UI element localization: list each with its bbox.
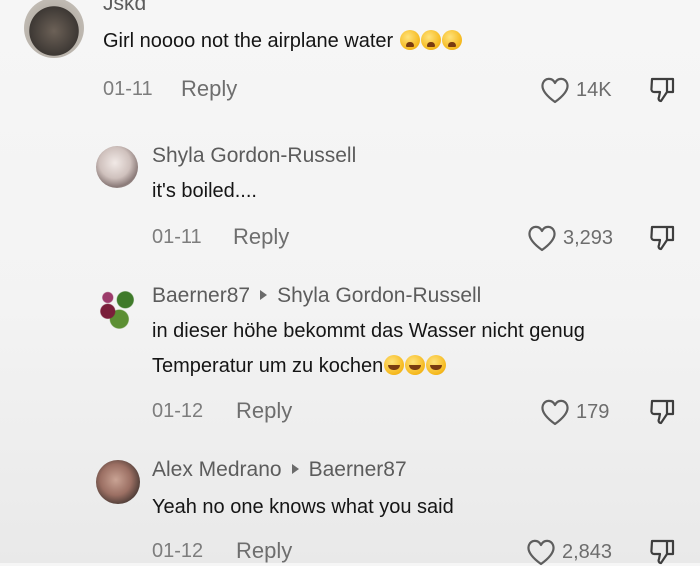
- comment-date: 01-11: [152, 226, 202, 248]
- comment-date: 01-12: [152, 400, 204, 422]
- reply-button[interactable]: Reply: [233, 224, 289, 250]
- laughing-face-emoji: [405, 355, 426, 375]
- comment-text: it's boiled....: [152, 176, 257, 207]
- weary-face-emoji: [399, 30, 420, 50]
- comment-date: 01-12: [152, 540, 204, 562]
- weary-face-emoji: [420, 30, 441, 50]
- heart-outline-icon: [528, 225, 556, 252]
- comment-text: Temperatur um zu kochen: [152, 351, 447, 382]
- comment-text-content: in dieser höhe bekommt das Wasser nicht …: [152, 320, 585, 342]
- heart-outline-icon: [527, 539, 555, 566]
- weary-face-emoji: [441, 30, 462, 50]
- like-count: 3,293: [563, 226, 614, 249]
- comment-thread: Jskd Girl noooo not the airplane water 0…: [0, 0, 700, 566]
- thumbs-down-outline-icon[interactable]: [648, 224, 676, 252]
- comment-text: in dieser höhe bekommt das Wasser nicht …: [152, 316, 585, 347]
- comment-date: 01-11: [103, 78, 153, 100]
- avatar[interactable]: [96, 146, 138, 188]
- comment-text-content: it's boiled....: [152, 180, 257, 202]
- avatar[interactable]: [24, 0, 84, 58]
- like-count: 2,843: [562, 540, 613, 563]
- thumbs-down-outline-icon[interactable]: [648, 538, 676, 566]
- laughing-face-emoji: [426, 355, 447, 375]
- laughing-face-emoji: [384, 355, 405, 375]
- comment-author[interactable]: Alex Medrano: [152, 458, 282, 481]
- reply-button[interactable]: Reply: [236, 538, 292, 564]
- like-count: 14K: [576, 78, 612, 101]
- comment-text-content: Yeah no one knows what you said: [152, 496, 454, 518]
- heart-outline-icon: [541, 77, 569, 104]
- avatar[interactable]: [96, 460, 140, 504]
- thumbs-down-outline-icon[interactable]: [648, 76, 676, 104]
- reply-button[interactable]: Reply: [236, 398, 292, 424]
- like-button[interactable]: 3,293: [527, 224, 613, 252]
- comment-username[interactable]: Jskd: [103, 0, 146, 16]
- like-button[interactable]: 2,843: [526, 538, 612, 566]
- comment-username[interactable]: Alex Medrano Baerner87: [152, 458, 407, 482]
- comment-text: Girl noooo not the airplane water: [103, 26, 462, 57]
- reply-button[interactable]: Reply: [181, 76, 237, 102]
- comment-text-content: Temperatur um zu kochen: [152, 355, 384, 377]
- reply-arrow-icon: [291, 464, 299, 474]
- avatar[interactable]: [94, 286, 140, 332]
- thumbs-down-outline-icon[interactable]: [648, 398, 676, 426]
- reply-arrow-icon: [260, 290, 268, 300]
- comment-username[interactable]: Baerner87 Shyla Gordon-Russell: [152, 284, 481, 308]
- comment-text: Yeah no one knows what you said: [152, 492, 454, 523]
- comment-author[interactable]: Baerner87: [152, 284, 250, 307]
- replied-to-user[interactable]: Shyla Gordon-Russell: [277, 284, 481, 307]
- comment-text-content: Girl noooo not the airplane water: [103, 30, 394, 52]
- like-count: 179: [576, 400, 610, 423]
- replied-to-user[interactable]: Baerner87: [309, 458, 407, 481]
- like-button[interactable]: 14K: [540, 76, 612, 104]
- heart-outline-icon: [541, 399, 569, 426]
- comment-username[interactable]: Shyla Gordon-Russell: [152, 144, 356, 168]
- like-button[interactable]: 179: [540, 398, 609, 426]
